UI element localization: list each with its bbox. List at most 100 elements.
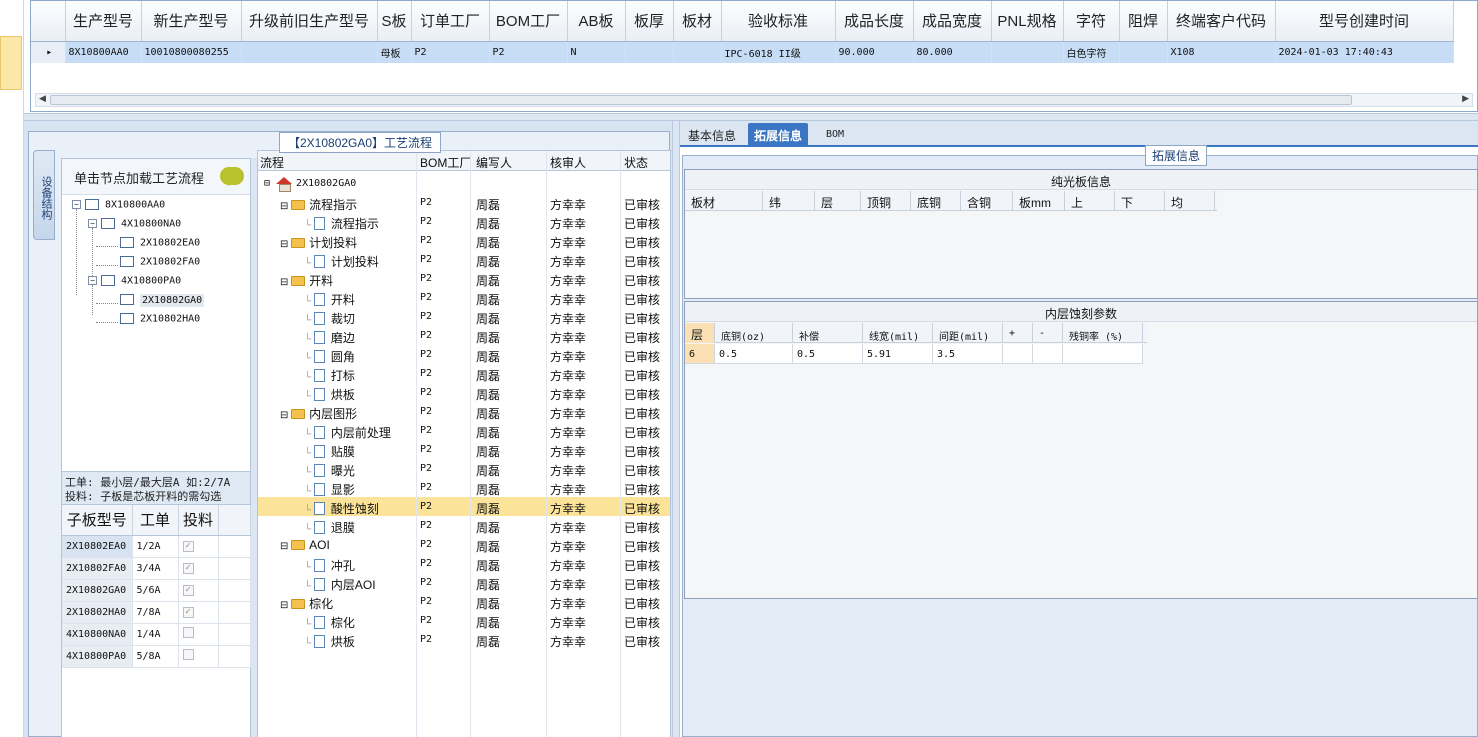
tab-extended-info[interactable]: 拓展信息 — [748, 123, 809, 145]
inner-etch-cell[interactable]: 3.5 — [933, 344, 1003, 364]
tree-row[interactable]: ⊟ 开料 P2 周磊 方幸幸 已审核 — [258, 269, 670, 288]
tree-row[interactable]: └ 打标 P2 周磊 方幸幸 已审核 — [258, 364, 670, 383]
pure-board-column-header[interactable]: 板材 — [685, 191, 763, 211]
column-header[interactable]: 新生产型号 — [141, 1, 242, 42]
sub-grid-header[interactable]: 投料 — [178, 505, 219, 536]
grid-cell[interactable]: X108 — [1167, 41, 1276, 63]
feed-checkbox[interactable]: ✓ — [182, 563, 194, 574]
tree-row[interactable]: └ 棕化 P2 周磊 方幸幸 已审核 — [258, 611, 670, 630]
table-row[interactable]: 4X10800NA0 1/4A — [62, 623, 251, 646]
node-tree-item[interactable]: − 4X10800NA0 — [88, 218, 181, 236]
tree-row[interactable]: └ 磨边 P2 周磊 方幸幸 已审核 — [258, 326, 670, 345]
table-row[interactable]: 2X10802FA0 3/4A ✓ — [62, 557, 251, 580]
tree-row[interactable]: ⊟ AOI P2 周磊 方幸幸 已审核 — [258, 535, 670, 554]
node-tree-item[interactable]: 2X10802GA0 — [120, 293, 205, 312]
tree-row[interactable]: ⊟ 计划投料 P2 周磊 方幸幸 已审核 — [258, 231, 670, 250]
table-row[interactable]: 2X10802GA0 5/6A ✓ — [62, 579, 251, 602]
tree-row[interactable]: └ 显影 P2 周磊 方幸幸 已审核 — [258, 478, 670, 497]
column-header[interactable]: 生产型号 — [65, 1, 142, 42]
tree-row[interactable]: └ 内层前处理 P2 周磊 方幸幸 已审核 — [258, 421, 670, 440]
grid-cell[interactable]: IPC-6018 II级 — [721, 41, 836, 63]
collapse-toggle-icon[interactable]: − — [88, 276, 97, 285]
tree-column-header[interactable]: 流程 — [260, 154, 284, 171]
collapse-toggle-icon[interactable]: ⊟ — [280, 410, 291, 421]
column-header[interactable]: 板材 — [673, 1, 722, 42]
inner-etch-cell[interactable] — [1063, 344, 1143, 364]
inner-etch-cell[interactable]: 0.5 — [793, 344, 863, 364]
inner-etch-cell[interactable] — [1003, 344, 1033, 364]
grid-cell[interactable]: 8X10800AA0 — [65, 41, 142, 63]
tree-row[interactable]: └ 酸性蚀刻 P2 周磊 方幸幸 已审核 — [258, 497, 670, 516]
scroll-right-icon[interactable]: ▶ — [1462, 93, 1469, 104]
collapse-toggle-icon[interactable]: − — [88, 219, 97, 228]
collapse-toggle-icon[interactable]: ⊟ — [280, 277, 291, 288]
row-indicator[interactable]: ▸ — [31, 41, 66, 63]
grid-cell[interactable]: 2024-01-03 17:40:43 — [1275, 41, 1454, 63]
grid-cell[interactable]: P2 — [411, 41, 490, 63]
column-header[interactable]: 成品长度 — [835, 1, 914, 42]
vertical-splitter[interactable] — [672, 121, 680, 737]
tree-row[interactable]: └ 烘板 P2 周磊 方幸幸 已审核 — [258, 383, 670, 402]
feed-checkbox[interactable] — [182, 627, 194, 638]
node-tree-item[interactable]: − 4X10800PA0 — [88, 275, 181, 293]
horizontal-scrollbar[interactable]: ◀ ▶ — [35, 93, 1473, 107]
grid-cell[interactable] — [241, 41, 378, 63]
pure-board-column-header[interactable]: 下 — [1115, 191, 1165, 211]
grid-cell[interactable] — [673, 41, 722, 63]
column-header[interactable]: S板 — [377, 1, 412, 42]
scroll-left-icon[interactable]: ◀ — [39, 93, 46, 104]
inner-etch-column-header[interactable]: 线宽(mil) — [863, 323, 933, 343]
tree-root-row[interactable]: ⊟ 2X10802GA0 — [258, 174, 670, 193]
tree-column-header[interactable]: 编写人 — [476, 154, 512, 171]
scrollbar-thumb[interactable] — [50, 95, 1352, 105]
pure-board-column-header[interactable]: 层 — [815, 191, 861, 211]
column-header[interactable]: 终端客户代码 — [1167, 1, 1276, 42]
grid-cell[interactable]: P2 — [489, 41, 568, 63]
inner-etch-column-header[interactable]: 补偿 — [793, 323, 863, 343]
collapse-toggle-icon[interactable]: ⊟ — [280, 239, 291, 250]
feed-checkbox[interactable] — [182, 649, 194, 660]
node-tree-item[interactable]: − 8X10800AA0 — [72, 199, 165, 217]
feed-checkbox[interactable]: ✓ — [182, 607, 194, 618]
inner-etch-column-header[interactable]: 底铜(oz) — [715, 323, 793, 343]
tree-row[interactable]: └ 曝光 P2 周磊 方幸幸 已审核 — [258, 459, 670, 478]
pure-board-column-header[interactable]: 纬 — [763, 191, 815, 211]
inner-etch-cell[interactable]: 0.5 — [715, 344, 793, 364]
collapse-toggle-icon[interactable]: ⊟ — [280, 541, 291, 552]
table-row[interactable]: 4X10800PA0 5/8A — [62, 645, 251, 668]
collapsed-side-tab[interactable] — [0, 36, 22, 90]
column-header[interactable]: BOM工厂 — [489, 1, 568, 42]
inner-etch-cell[interactable]: 6 — [685, 344, 715, 364]
tab-bom[interactable]: BOM — [820, 123, 850, 145]
column-header[interactable]: 板厚 — [625, 1, 674, 42]
tree-row[interactable]: └ 退膜 P2 周磊 方幸幸 已审核 — [258, 516, 670, 535]
pure-board-column-header[interactable]: 上 — [1065, 191, 1115, 211]
vertical-tab-device-structure[interactable]: 设备结构 — [33, 150, 55, 240]
grid-cell[interactable]: 90.000 — [835, 41, 914, 63]
grid-cell[interactable]: 80.000 — [913, 41, 992, 63]
column-header[interactable]: 验收标准 — [721, 1, 836, 42]
model-grid-row[interactable]: ▸ 8X10800AA0 10010800080255 母板 P2 P2 N IPC-601… — [31, 41, 1454, 63]
inner-etch-column-header[interactable]: + — [1003, 323, 1033, 343]
grid-cell[interactable] — [1119, 41, 1168, 63]
tab-basic-info[interactable]: 基本信息 — [682, 123, 742, 145]
collapse-toggle-icon[interactable]: ⊟ — [280, 201, 291, 212]
column-header[interactable]: 阻焊 — [1119, 1, 1168, 42]
inner-etch-cell[interactable] — [1033, 344, 1063, 364]
tree-row[interactable]: ⊟ 棕化 P2 周磊 方幸幸 已审核 — [258, 592, 670, 611]
tree-row[interactable]: └ 冲孔 P2 周磊 方幸幸 已审核 — [258, 554, 670, 573]
tree-column-header[interactable]: 状态 — [624, 154, 648, 171]
sub-grid-header[interactable]: 子板型号 — [62, 505, 133, 536]
collapse-toggle-icon[interactable]: ⊟ — [280, 600, 291, 611]
column-header[interactable]: PNL规格 — [991, 1, 1064, 42]
pure-board-column-header[interactable]: 含铜 — [961, 191, 1013, 211]
pure-board-column-header[interactable]: 板mm — [1013, 191, 1065, 211]
tree-row[interactable]: └ 内层AOI P2 周磊 方幸幸 已审核 — [258, 573, 670, 592]
pure-board-column-header[interactable]: 顶铜 — [861, 191, 911, 211]
inner-etch-cell[interactable]: 5.91 — [863, 344, 933, 364]
column-header[interactable]: 字符 — [1063, 1, 1120, 42]
column-header[interactable]: 型号创建时间 — [1275, 1, 1454, 42]
horizontal-splitter[interactable] — [24, 113, 1478, 121]
collapse-toggle-icon[interactable]: − — [72, 200, 81, 209]
pure-board-column-header[interactable]: 底铜 — [911, 191, 961, 211]
